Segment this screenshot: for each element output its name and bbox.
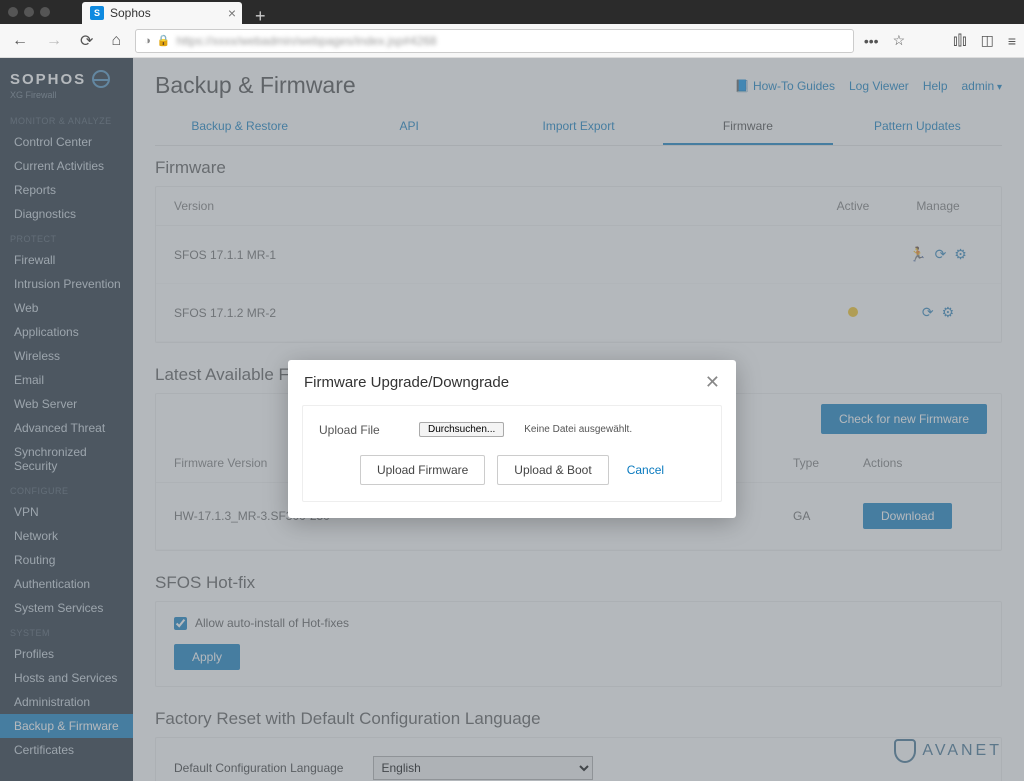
upload-label: Upload File [319, 423, 399, 437]
file-status: Keine Datei ausgewählt. [524, 424, 632, 435]
close-tab-icon[interactable]: × [228, 5, 236, 21]
traffic-lights [8, 7, 50, 17]
new-tab-button[interactable]: + [255, 6, 266, 27]
tracking-shield-icon: ◑ [144, 35, 151, 47]
url-text: https://xxxx/webadmin/webpages/index.jsp… [176, 34, 436, 48]
tab-title: Sophos [110, 6, 151, 20]
back-button[interactable]: ← [8, 30, 32, 52]
cancel-link[interactable]: Cancel [627, 463, 664, 477]
browse-button[interactable]: Durchsuchen... [419, 422, 504, 437]
browser-tab[interactable]: S Sophos × [82, 2, 242, 24]
url-bar[interactable]: ◑ 🔒 https://xxxx/webadmin/webpages/index… [135, 29, 854, 53]
home-button[interactable]: ⌂ [107, 30, 125, 52]
reload-button[interactable]: ⟳ [76, 29, 97, 53]
library-icon[interactable]: ⫾⫿⫾ [953, 32, 966, 49]
upload-firmware-button[interactable]: Upload Firmware [360, 455, 485, 485]
lock-icon: 🔒 [157, 34, 171, 47]
upload-boot-button[interactable]: Upload & Boot [497, 455, 608, 485]
sidebar-icon[interactable]: ◫ [981, 32, 994, 49]
forward-button[interactable]: → [42, 30, 66, 52]
page-actions-icon[interactable]: ••• [864, 33, 879, 49]
bookmark-star-icon[interactable]: ☆ [893, 32, 906, 49]
menu-icon[interactable]: ≡ [1008, 33, 1016, 49]
firmware-upgrade-modal: Firmware Upgrade/Downgrade ✕ Upload File… [288, 360, 736, 518]
modal-close-icon[interactable]: ✕ [705, 372, 720, 393]
favicon-icon: S [90, 6, 104, 20]
browser-toolbar: ← → ⟳ ⌂ ◑ 🔒 https://xxxx/webadmin/webpag… [0, 24, 1024, 58]
modal-title: Firmware Upgrade/Downgrade [304, 374, 509, 391]
modal-overlay: Firmware Upgrade/Downgrade ✕ Upload File… [0, 58, 1024, 781]
